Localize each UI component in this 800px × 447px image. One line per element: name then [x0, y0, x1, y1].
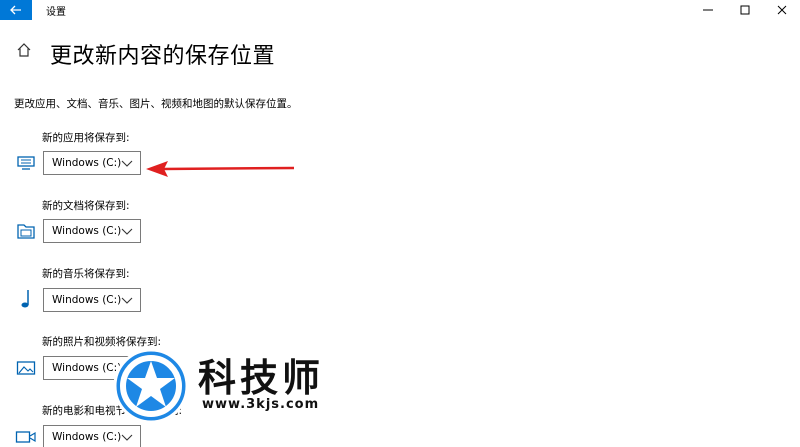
apps-save-dropdown[interactable]: Windows (C:): [43, 151, 141, 175]
minimize-button[interactable]: [690, 0, 726, 20]
picture-icon: [14, 358, 38, 378]
chevron-down-icon: [121, 160, 133, 167]
documents-save-value: Windows (C:): [52, 225, 122, 237]
back-arrow-icon: [10, 5, 21, 15]
movies-save-dropdown[interactable]: Windows (C:): [43, 425, 141, 447]
music-save-dropdown[interactable]: Windows (C:): [43, 288, 141, 312]
watermark-url: www.3kjs.com: [202, 397, 320, 412]
maximize-button[interactable]: [727, 0, 763, 20]
red-arrow-annotation: [146, 161, 295, 177]
title-bar: 设置: [0, 0, 800, 20]
minimize-icon: [703, 9, 713, 11]
back-button[interactable]: [0, 0, 32, 20]
star-logo-icon: [113, 348, 189, 424]
apps-save-label: 新的应用将保存到:: [42, 132, 130, 144]
maximize-icon: [740, 5, 750, 15]
monitor-icon: [14, 153, 38, 173]
documents-save-dropdown[interactable]: Windows (C:): [43, 219, 141, 243]
music-save-label: 新的音乐将保存到:: [42, 268, 130, 280]
chevron-down-icon: [121, 228, 133, 235]
chevron-down-icon: [121, 434, 133, 441]
camera-icon: [14, 427, 38, 447]
page-description: 更改应用、文档、音乐、图片、视频和地图的默认保存位置。: [14, 98, 298, 110]
movies-save-value: Windows (C:): [52, 431, 122, 443]
watermark-name: 科技师: [198, 356, 325, 400]
home-icon[interactable]: [16, 42, 32, 62]
folder-icon: [14, 221, 38, 241]
close-icon: [777, 5, 787, 15]
close-button[interactable]: [764, 0, 800, 20]
photos-save-value: Windows (C:): [52, 362, 122, 374]
music-save-value: Windows (C:): [52, 294, 122, 306]
music-note-icon: [14, 289, 38, 309]
documents-save-label: 新的文档将保存到:: [42, 200, 130, 212]
chevron-down-icon: [121, 297, 133, 304]
app-title: 设置: [46, 7, 66, 18]
page-title: 更改新内容的保存位置: [50, 44, 276, 69]
watermark: 科技师 www.3kjs.com: [112, 347, 342, 427]
apps-save-value: Windows (C:): [52, 157, 122, 169]
